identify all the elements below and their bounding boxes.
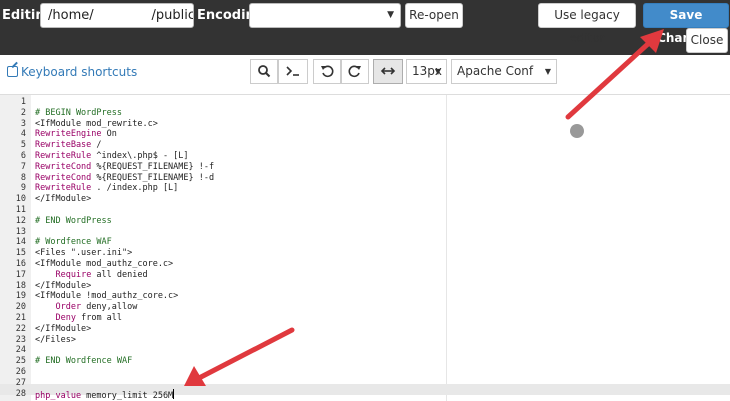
code-line: </IfModule> (35, 194, 92, 205)
code-line: RewriteBase / (35, 140, 102, 151)
code-line: RewriteCond %{REQUEST_FILENAME} !-f (35, 161, 215, 172)
code-line: RewriteRule . /index.php [L] (35, 183, 179, 194)
mode-value: Apache Conf (457, 64, 534, 78)
line-number: 23 (15, 334, 26, 345)
encoding-select[interactable]: utf-8 ▼ (249, 3, 401, 28)
code-line: RewriteCond %{REQUEST_FILENAME} !-d (35, 172, 215, 183)
terminal-icon (286, 66, 299, 76)
line-number: 4 (20, 129, 26, 140)
line-number: 8 (20, 172, 26, 183)
line-number: 25 (15, 356, 26, 367)
line-number: 17 (15, 269, 26, 280)
code-line: RewriteRule ^index\.php$ - [L] (35, 151, 189, 161)
search-icon (258, 65, 271, 78)
code-line: </IfModule> (35, 323, 92, 334)
line-number: 13 (15, 226, 26, 237)
code-line: <Files ".user.ini"> (35, 248, 133, 259)
undo-button[interactable] (313, 59, 341, 84)
line-number: 6 (20, 151, 26, 161)
keyboard-shortcuts-link[interactable]: Keyboard shortcuts (7, 65, 137, 79)
line-number: 10 (15, 194, 26, 205)
line-number: 21 (15, 313, 26, 323)
line-number: 16 (15, 259, 26, 269)
line-number: 26 (15, 367, 26, 377)
mode-select[interactable]: Apache Conf ▼ (451, 59, 557, 84)
code-line: <IfModule mod_rewrite.c> (35, 118, 158, 129)
top-toolbar: Editing: /home/ /public_ht Encoding: utf… (0, 0, 730, 55)
code-line: Deny from all (55, 313, 123, 323)
file-path-field[interactable]: /home/ /public_ht (40, 3, 194, 28)
print-margin (446, 95, 447, 401)
chevron-down-icon: ▼ (544, 67, 551, 76)
text-cursor (173, 388, 175, 399)
chevron-down-icon: ▼ (387, 10, 394, 20)
code-editor[interactable]: 1 2 3 4 5 6 7 8 9 10 11 12 13 14 15 16 17 18 19 20 21 22 23 24 2… (0, 94, 730, 401)
code-line: Require all denied (55, 269, 148, 280)
line-number: 2 (20, 107, 26, 118)
wrap-toggle[interactable] (373, 59, 403, 84)
chevron-down-icon: ▼ (434, 67, 441, 76)
line-number: 27 (15, 377, 26, 388)
line-number: 18 (15, 280, 26, 291)
line-number: 1 (20, 97, 26, 107)
line-number: 3 (20, 118, 26, 129)
close-button[interactable]: Close (686, 28, 728, 53)
wrap-icon (380, 67, 396, 75)
line-number: 9 (20, 183, 26, 194)
code-line: php_value memory_limit 256M (35, 388, 175, 401)
code-line: <IfModule mod_authz_core.c> (35, 259, 174, 269)
line-number: 22 (15, 323, 26, 334)
code-line: # BEGIN WordPress (35, 107, 122, 118)
save-changes-button[interactable]: Save Changes (643, 3, 729, 45)
code-line: </IfModule> (35, 280, 92, 291)
line-number: 14 (15, 237, 26, 248)
line-number: 11 (15, 205, 26, 215)
external-link-icon (7, 66, 18, 77)
undo-icon (321, 65, 334, 78)
line-number: 24 (15, 345, 26, 356)
legacy-editor-button[interactable]: Use legacy editor (538, 3, 636, 45)
line-number: 19 (15, 291, 26, 302)
code-line: # END Wordfence WAF (35, 356, 133, 367)
line-number: 28 (15, 388, 26, 399)
line-number: 15 (15, 248, 26, 259)
code-line: </Files> (35, 334, 76, 345)
search-button[interactable] (250, 59, 278, 84)
line-number: 20 (15, 302, 26, 313)
redo-icon (348, 65, 361, 78)
code-line: <IfModule !mod_authz_core.c> (35, 291, 179, 302)
code-line: # END WordPress (35, 215, 112, 226)
cursor-indicator-dot (570, 124, 584, 138)
reopen-button[interactable]: Re-open (405, 3, 463, 28)
code-line: Order deny,allow (55, 302, 138, 313)
line-number: 7 (20, 161, 26, 172)
redo-button[interactable] (341, 59, 369, 84)
code-line: RewriteEngine On (35, 129, 117, 140)
line-number: 12 (15, 215, 26, 226)
keyboard-shortcuts-label: Keyboard shortcuts (21, 65, 138, 79)
command-button[interactable] (278, 59, 308, 84)
font-size-select[interactable]: 13px ▼ (406, 59, 447, 84)
code-line: # Wordfence WAF (35, 237, 112, 248)
line-number: 5 (20, 140, 26, 151)
